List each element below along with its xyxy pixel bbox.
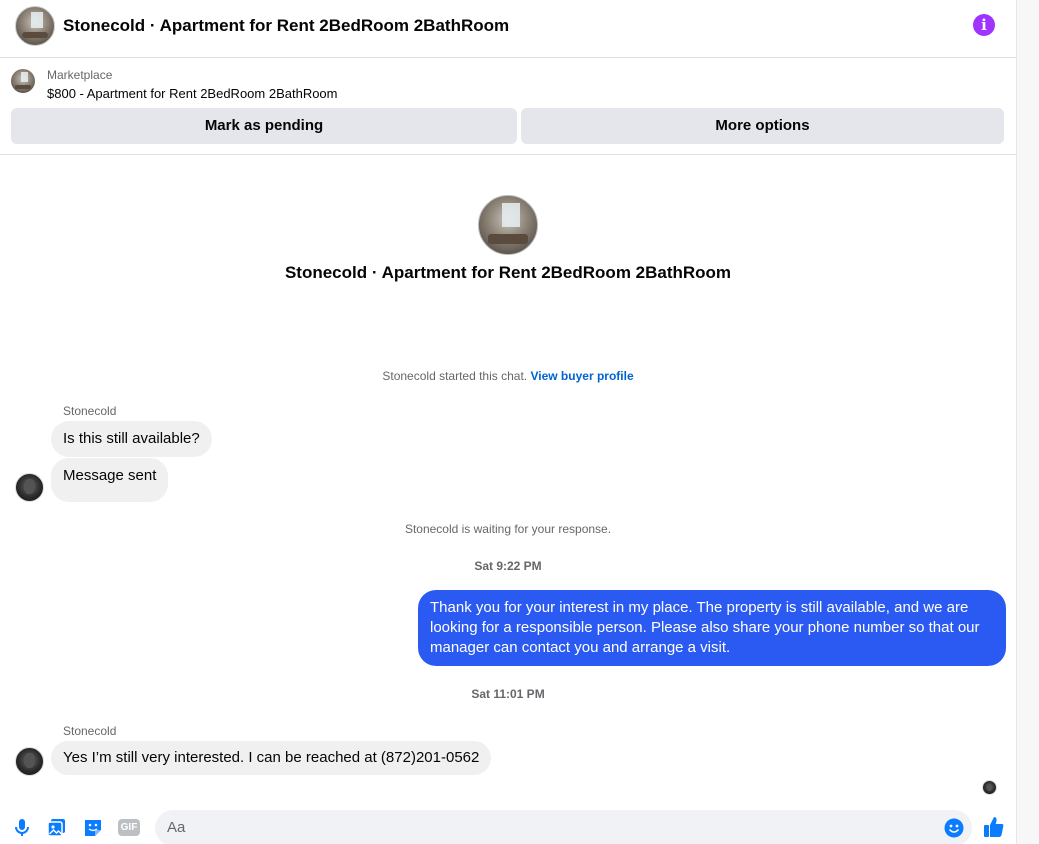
incoming-message[interactable]: Message sent <box>51 458 169 502</box>
thumbs-up-icon[interactable] <box>983 815 1005 839</box>
sender-name: Stonecold <box>63 724 117 738</box>
message-composer[interactable] <box>155 810 972 844</box>
conversation-header: Stonecold · Apartment for Rent 2BedRoom … <box>0 0 1016 58</box>
incoming-message[interactable]: Is this still available? <box>51 421 212 457</box>
marketplace-label: Marketplace <box>47 68 113 82</box>
read-receipt-avatar <box>982 780 997 795</box>
sender-name: Stonecold <box>63 404 117 418</box>
listing-title[interactable]: $800 - Apartment for Rent 2BedRoom 2Bath… <box>47 86 338 101</box>
info-icon[interactable]: i <box>973 14 995 36</box>
listing-thumbnail[interactable] <box>11 69 35 93</box>
incoming-message[interactable]: Yes I’m still very interested. I can be … <box>51 741 492 775</box>
emoji-icon[interactable] <box>944 818 964 838</box>
photo-icon[interactable] <box>46 816 68 838</box>
mark-as-pending-button[interactable]: Mark as pending <box>11 108 517 144</box>
chat-intro-avatar <box>478 195 538 255</box>
conversation-avatar[interactable] <box>15 6 55 46</box>
chat-intro-title: Stonecold · Apartment for Rent 2BedRoom … <box>284 263 732 282</box>
conversation-title[interactable]: Stonecold · Apartment for Rent 2BedRoom … <box>63 16 509 36</box>
microphone-icon[interactable] <box>11 816 33 838</box>
chat-started-notice: Stonecold started this chat. View buyer … <box>0 369 1016 383</box>
more-options-button[interactable]: More options <box>521 108 1004 144</box>
marketplace-bar: Marketplace $800 - Apartment for Rent 2B… <box>0 58 1016 155</box>
gif-icon[interactable]: GIF <box>118 819 140 836</box>
chat-started-text: Stonecold started this chat. <box>382 369 528 383</box>
message-input[interactable] <box>167 819 927 836</box>
sender-avatar[interactable] <box>15 747 44 776</box>
scrollbar[interactable] <box>1016 0 1039 844</box>
outgoing-message[interactable]: Thank you for your interest in my place.… <box>418 590 1006 666</box>
waiting-notice: Stonecold is waiting for your response. <box>404 522 612 536</box>
timestamp: Sat 9:22 PM <box>474 559 542 573</box>
view-buyer-profile-link[interactable]: View buyer profile <box>530 369 633 383</box>
sender-avatar[interactable] <box>15 473 44 502</box>
sticker-icon[interactable] <box>82 816 104 838</box>
timestamp: Sat 11:01 PM <box>471 687 545 701</box>
